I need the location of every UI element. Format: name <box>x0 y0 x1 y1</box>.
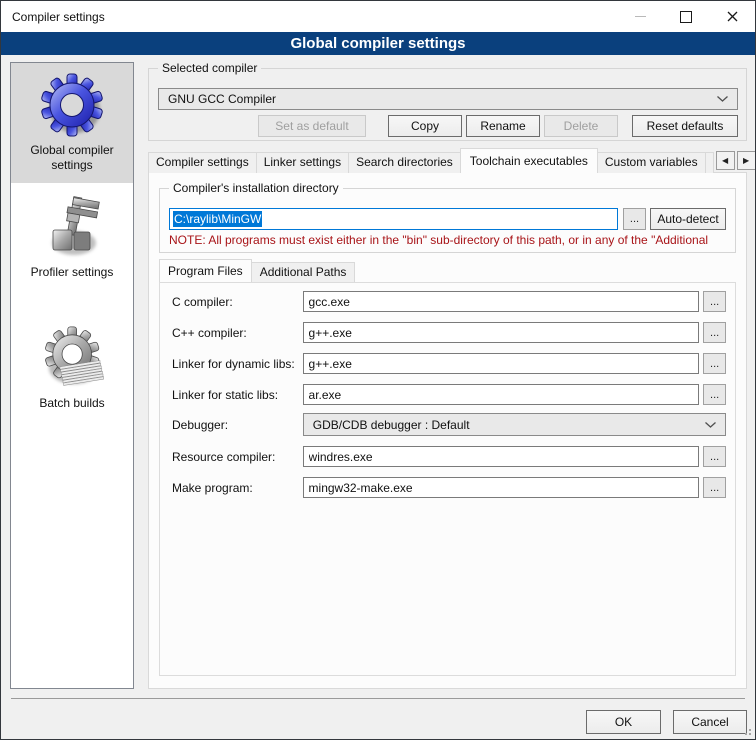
tab-build-options[interactable]: Build options <box>705 152 714 173</box>
cpp-compiler-browse-button[interactable]: ... <box>703 322 726 343</box>
install-dir-note: NOTE: All programs must exist either in … <box>169 233 733 247</box>
ok-button[interactable]: OK <box>586 710 661 734</box>
set-as-default-button: Set as default <box>258 115 366 137</box>
tab-custom-variables[interactable]: Custom variables <box>597 152 706 173</box>
maximize-icon <box>680 11 692 23</box>
tab-scroll-arrows: ◀ ▶ <box>714 151 756 170</box>
resource-compiler-browse-button[interactable]: ... <box>703 446 726 467</box>
dynamic-linker-row: Linker for dynamic libs: ... <box>172 353 726 374</box>
close-icon <box>727 11 738 22</box>
install-dir-browse-button[interactable]: ... <box>623 208 646 230</box>
cancel-button[interactable]: Cancel <box>673 710 747 734</box>
gear-stack-icon <box>40 326 104 390</box>
static-linker-row: Linker for static libs: ... <box>172 384 726 405</box>
tab-scroll-left-button[interactable]: ◀ <box>716 151 735 170</box>
resource-compiler-row: Resource compiler: ... <box>172 446 726 467</box>
tab-scroll-right-button[interactable]: ▶ <box>737 151 756 170</box>
c-compiler-row: C compiler: ... <box>172 291 726 312</box>
dynamic-linker-browse-button[interactable]: ... <box>703 353 726 374</box>
compiler-settings-window: Compiler settings Global compiler settin… <box>0 0 756 740</box>
sidebar-item-global-compiler-settings[interactable]: Global compiler settings <box>11 63 133 183</box>
minimize-icon <box>635 16 646 17</box>
settings-tabstrip: Compiler settings Linker settings Search… <box>148 148 749 173</box>
sidebar-item-label: Profiler settings <box>13 265 131 280</box>
caliper-icon <box>40 195 104 259</box>
window-title: Compiler settings <box>1 10 105 24</box>
resize-grip[interactable] <box>742 726 752 736</box>
compiler-actions: Set as default Copy Rename Delete Reset … <box>258 115 738 137</box>
c-compiler-browse-button[interactable]: ... <box>703 291 726 312</box>
arrow-left-icon: ◀ <box>722 156 728 165</box>
cpp-compiler-label: C++ compiler: <box>172 326 303 340</box>
close-button[interactable] <box>709 1 755 32</box>
c-compiler-label: C compiler: <box>172 295 303 309</box>
compiler-select[interactable]: GNU GCC Compiler <box>158 88 738 110</box>
auto-detect-button[interactable]: Auto-detect <box>650 208 726 230</box>
gear-blue-icon <box>40 73 104 137</box>
debugger-row: Debugger: GDB/CDB debugger : Default <box>172 414 726 435</box>
footer-separator <box>11 698 745 699</box>
program-files-page: C compiler: ... C++ compiler: ... Linker… <box>159 282 736 676</box>
static-linker-label: Linker for static libs: <box>172 388 303 402</box>
resource-compiler-input[interactable] <box>303 446 700 467</box>
resource-compiler-label: Resource compiler: <box>172 450 303 464</box>
subtab-additional-paths[interactable]: Additional Paths <box>251 262 356 282</box>
debugger-label: Debugger: <box>172 418 303 432</box>
cpp-compiler-input[interactable] <box>303 322 700 343</box>
caption-buttons <box>617 1 755 32</box>
arrow-right-icon: ▶ <box>743 156 749 165</box>
sidebar-item-batch-builds[interactable]: Batch builds <box>11 316 133 421</box>
installation-directory-group: Compiler's installation directory C:\ray… <box>159 188 736 253</box>
rename-button[interactable]: Rename <box>466 115 540 137</box>
install-dir-input[interactable]: C:\raylib\MinGW <box>169 208 618 230</box>
debugger-select-value: GDB/CDB debugger : Default <box>313 418 470 432</box>
compiler-select-value: GNU GCC Compiler <box>168 92 276 106</box>
installation-directory-legend: Compiler's installation directory <box>169 181 343 195</box>
settings-category-list: Global compiler settings Profiler settin… <box>10 62 134 689</box>
static-linker-browse-button[interactable]: ... <box>703 384 726 405</box>
make-program-browse-button[interactable]: ... <box>703 477 726 498</box>
sidebar-item-label: Batch builds <box>13 396 131 411</box>
selected-compiler-legend: Selected compiler <box>158 61 261 75</box>
dynamic-linker-label: Linker for dynamic libs: <box>172 357 303 371</box>
make-program-input[interactable] <box>303 477 700 498</box>
programs-subtabstrip: Program Files Additional Paths <box>159 259 354 282</box>
make-program-label: Make program: <box>172 481 303 495</box>
installation-directory-row: C:\raylib\MinGW ... Auto-detect <box>169 208 726 230</box>
debugger-select[interactable]: GDB/CDB debugger : Default <box>303 413 726 436</box>
subtab-program-files[interactable]: Program Files <box>159 259 252 282</box>
install-dir-selected-text: C:\raylib\MinGW <box>173 211 262 227</box>
sidebar-item-label: Global compiler settings <box>13 143 131 173</box>
toolchain-executables-page: Compiler's installation directory C:\ray… <box>148 172 747 689</box>
tab-search-directories[interactable]: Search directories <box>348 152 461 173</box>
delete-button: Delete <box>544 115 618 137</box>
sidebar-item-profiler-settings[interactable]: Profiler settings <box>11 185 133 290</box>
tab-toolchain-executables[interactable]: Toolchain executables <box>460 148 598 173</box>
c-compiler-input[interactable] <box>303 291 700 312</box>
make-program-row: Make program: ... <box>172 477 726 498</box>
static-linker-input[interactable] <box>303 384 700 405</box>
cpp-compiler-row: C++ compiler: ... <box>172 322 726 343</box>
reset-defaults-button[interactable]: Reset defaults <box>632 115 738 137</box>
dynamic-linker-input[interactable] <box>303 353 700 374</box>
maximize-button[interactable] <box>663 1 709 32</box>
titlebar: Compiler settings <box>1 1 755 32</box>
chevron-down-icon <box>705 422 716 428</box>
chevron-down-icon <box>717 96 728 102</box>
dialog-header: Global compiler settings <box>1 32 755 55</box>
tab-compiler-settings[interactable]: Compiler settings <box>148 152 257 173</box>
tab-linker-settings[interactable]: Linker settings <box>256 152 349 173</box>
selected-compiler-group: Selected compiler GNU GCC Compiler Set a… <box>148 68 747 141</box>
copy-button[interactable]: Copy <box>388 115 462 137</box>
minimize-button[interactable] <box>617 1 663 32</box>
